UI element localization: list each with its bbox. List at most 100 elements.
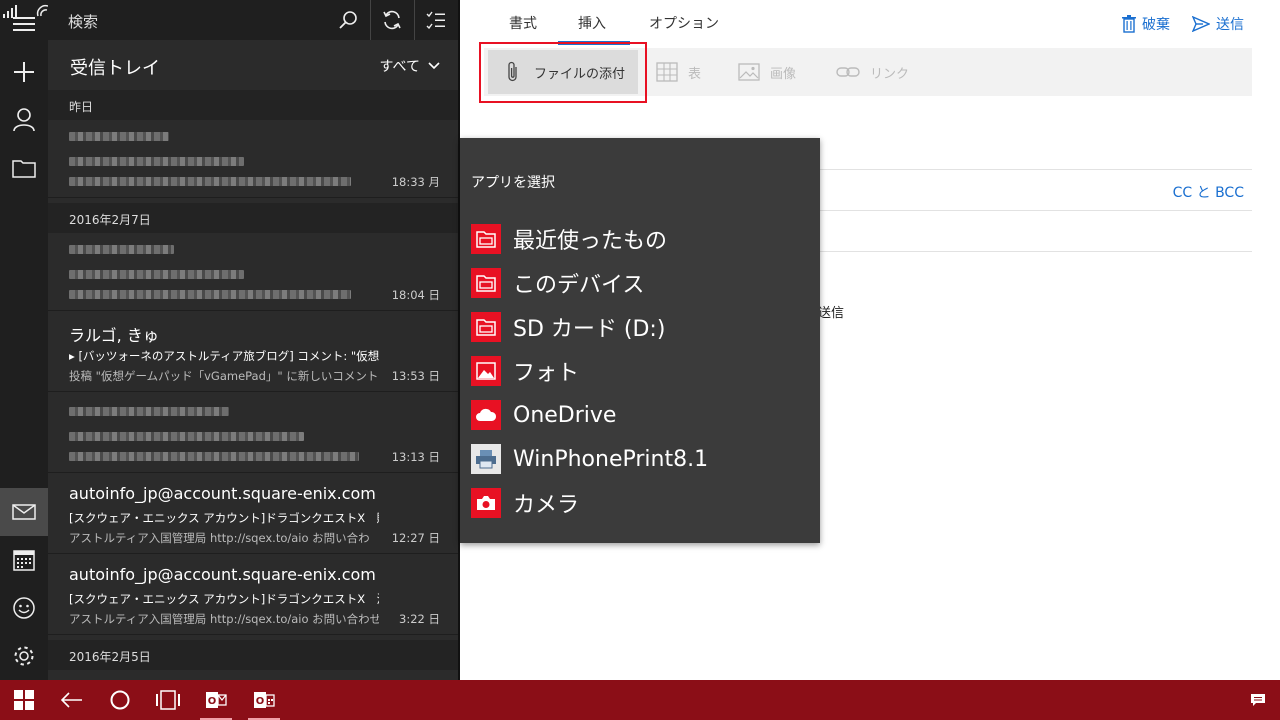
redacted-subject xyxy=(69,270,244,279)
cloud-icon xyxy=(471,400,501,430)
send-label: 送信 xyxy=(1216,17,1244,33)
svg-text:O: O xyxy=(208,696,217,707)
new-mail-button[interactable] xyxy=(0,48,48,96)
photo-icon xyxy=(471,356,501,386)
flyout-title: アプリを選択 xyxy=(471,175,555,191)
redacted-preview xyxy=(69,177,351,186)
outlook-calendar-icon: O xyxy=(254,692,275,708)
back-button[interactable] xyxy=(48,680,96,720)
mail-item[interactable]: 13:13 日 xyxy=(48,395,458,473)
mail-item[interactable]: ラルゴ, きゅ ▸ [バッツォーネのアストルティア旅ブログ] コメント: "仮想… xyxy=(48,314,458,392)
mail-time: 13:53 日 xyxy=(391,369,440,383)
redacted-sender xyxy=(69,132,169,141)
windows-logo-icon xyxy=(14,690,34,710)
settings-button[interactable] xyxy=(0,632,48,680)
tab-format[interactable]: 書式 xyxy=(509,13,537,33)
search-bar: 検索 xyxy=(48,0,458,40)
tab-insert[interactable]: 挿入 xyxy=(578,13,606,33)
mail-item[interactable]: 18:33 月 xyxy=(48,120,458,198)
taskbar: O O xyxy=(0,680,1280,720)
discard-button[interactable]: 破棄 xyxy=(1122,14,1170,34)
sync-button[interactable] xyxy=(370,0,414,40)
tab-options[interactable]: オプション xyxy=(649,13,719,33)
feedback-button[interactable] xyxy=(0,584,48,632)
link-icon xyxy=(836,67,860,77)
insert-image-button[interactable]: 画像 xyxy=(738,48,796,96)
send-icon xyxy=(1192,16,1210,32)
mail-preview: 投稿 "仮想ゲームパッド「vGamePad」" に新しいコメントがあ xyxy=(69,369,379,383)
discard-label: 破棄 xyxy=(1142,17,1170,33)
mail-button[interactable] xyxy=(0,488,48,536)
chevron-down-icon xyxy=(428,62,440,70)
mail-preview: アストルティア入国管理局 http://sqex.to/aio お問い合わ xyxy=(69,531,370,545)
signature-text: 送信 xyxy=(818,306,845,321)
smiley-icon xyxy=(13,597,35,619)
signal-wifi-icon xyxy=(3,4,49,18)
cc-bcc-link[interactable]: CC と BCC xyxy=(1173,182,1244,202)
taskbar-calendar-app[interactable]: O xyxy=(240,680,288,720)
picker-item-label: OneDrive xyxy=(513,402,617,428)
picker-item-sd-card[interactable]: SD カード (D:) xyxy=(471,307,665,347)
picker-item-label: このデバイス xyxy=(513,273,645,298)
mail-item[interactable]: autoinfo_jp@account.square-enix.com [スクウ… xyxy=(48,476,458,554)
mail-time: 13:13 日 xyxy=(391,450,440,464)
mail-item[interactable]: autoinfo_jp@account.square-enix.com [スクウ… xyxy=(48,557,458,635)
search-icon xyxy=(339,11,357,29)
mail-sender: ラルゴ, きゅ xyxy=(69,326,159,345)
insert-table-button[interactable]: 表 xyxy=(656,48,701,96)
highlight-outline xyxy=(479,42,647,103)
plus-icon xyxy=(14,62,34,82)
status-icons xyxy=(2,2,49,24)
calendar-button[interactable] xyxy=(0,536,48,584)
mail-subject: [スクウェア・エニックス アカウント]ドラゴンクエストX 購入・変 xyxy=(69,511,379,525)
taskbar-mail-app[interactable]: O xyxy=(192,680,240,720)
action-center-button[interactable] xyxy=(1236,680,1280,720)
folders-button[interactable] xyxy=(0,144,48,192)
picker-item-winphoneprint[interactable]: WinPhonePrint8.1 xyxy=(471,439,708,479)
cortana-button[interactable] xyxy=(96,680,144,720)
accounts-button[interactable] xyxy=(0,96,48,144)
mail-sender: autoinfo_jp@account.square-enix.com xyxy=(69,565,376,584)
inbox-header: 受信トレイ すべて xyxy=(48,40,458,90)
compose-actions: 破棄 送信 xyxy=(1122,14,1244,34)
outlook-mail-icon: O xyxy=(206,692,227,708)
mail-subject: ▸ [バッツォーネのアストルティア旅ブログ] コメント: "仮想ゲーム xyxy=(69,349,379,363)
date-group-header: 昨日 xyxy=(48,90,458,120)
filter-dropdown[interactable]: すべて xyxy=(380,56,440,76)
insert-link-button[interactable]: リンク xyxy=(836,48,909,96)
picker-item-label: WinPhonePrint8.1 xyxy=(513,446,709,472)
mail-time: 18:33 月 xyxy=(391,175,440,189)
mail-item[interactable]: 18:04 日 xyxy=(48,233,458,311)
picker-item-label: 最近使ったもの xyxy=(513,229,668,254)
picker-item-device[interactable]: このデバイス xyxy=(471,263,644,303)
date-group-header: 2016年2月7日 xyxy=(48,203,458,233)
select-mode-button[interactable] xyxy=(414,0,458,40)
link-label: リンク xyxy=(870,66,910,82)
picker-item-recent[interactable]: 最近使ったもの xyxy=(471,219,667,259)
app-picker-flyout: アプリを選択 最近使ったもの このデバイス SD カード (D:) フォト On… xyxy=(460,138,820,543)
date-group-header: 2016年2月5日 xyxy=(48,640,458,670)
task-view-button[interactable] xyxy=(144,680,192,720)
folder-icon xyxy=(471,312,501,342)
picker-item-onedrive[interactable]: OneDrive xyxy=(471,395,616,435)
sync-icon xyxy=(383,10,401,30)
send-button[interactable]: 送信 xyxy=(1192,14,1244,34)
mail-time: 18:04 日 xyxy=(391,288,440,302)
start-button[interactable] xyxy=(0,680,48,720)
task-view-icon xyxy=(156,690,180,710)
image-label: 画像 xyxy=(770,66,797,82)
search-button[interactable] xyxy=(326,0,370,40)
redacted-subject xyxy=(69,157,244,166)
redacted-sender xyxy=(69,245,174,254)
picker-item-photos[interactable]: フォト xyxy=(471,351,579,391)
picker-item-label: カメラ xyxy=(513,493,580,518)
gear-icon xyxy=(14,646,34,666)
cortana-circle-icon xyxy=(110,690,130,710)
table-icon xyxy=(656,62,678,82)
picker-item-camera[interactable]: カメラ xyxy=(471,483,579,523)
search-input[interactable]: 検索 xyxy=(68,11,98,32)
image-icon xyxy=(738,63,760,81)
mail-list-pane: 検索 受信トレイ すべて 昨日 18:33 月 2016年2月7日 18:04 … xyxy=(48,0,458,680)
mail-time: 12:27 日 xyxy=(391,531,440,545)
nav-rail xyxy=(0,0,49,680)
